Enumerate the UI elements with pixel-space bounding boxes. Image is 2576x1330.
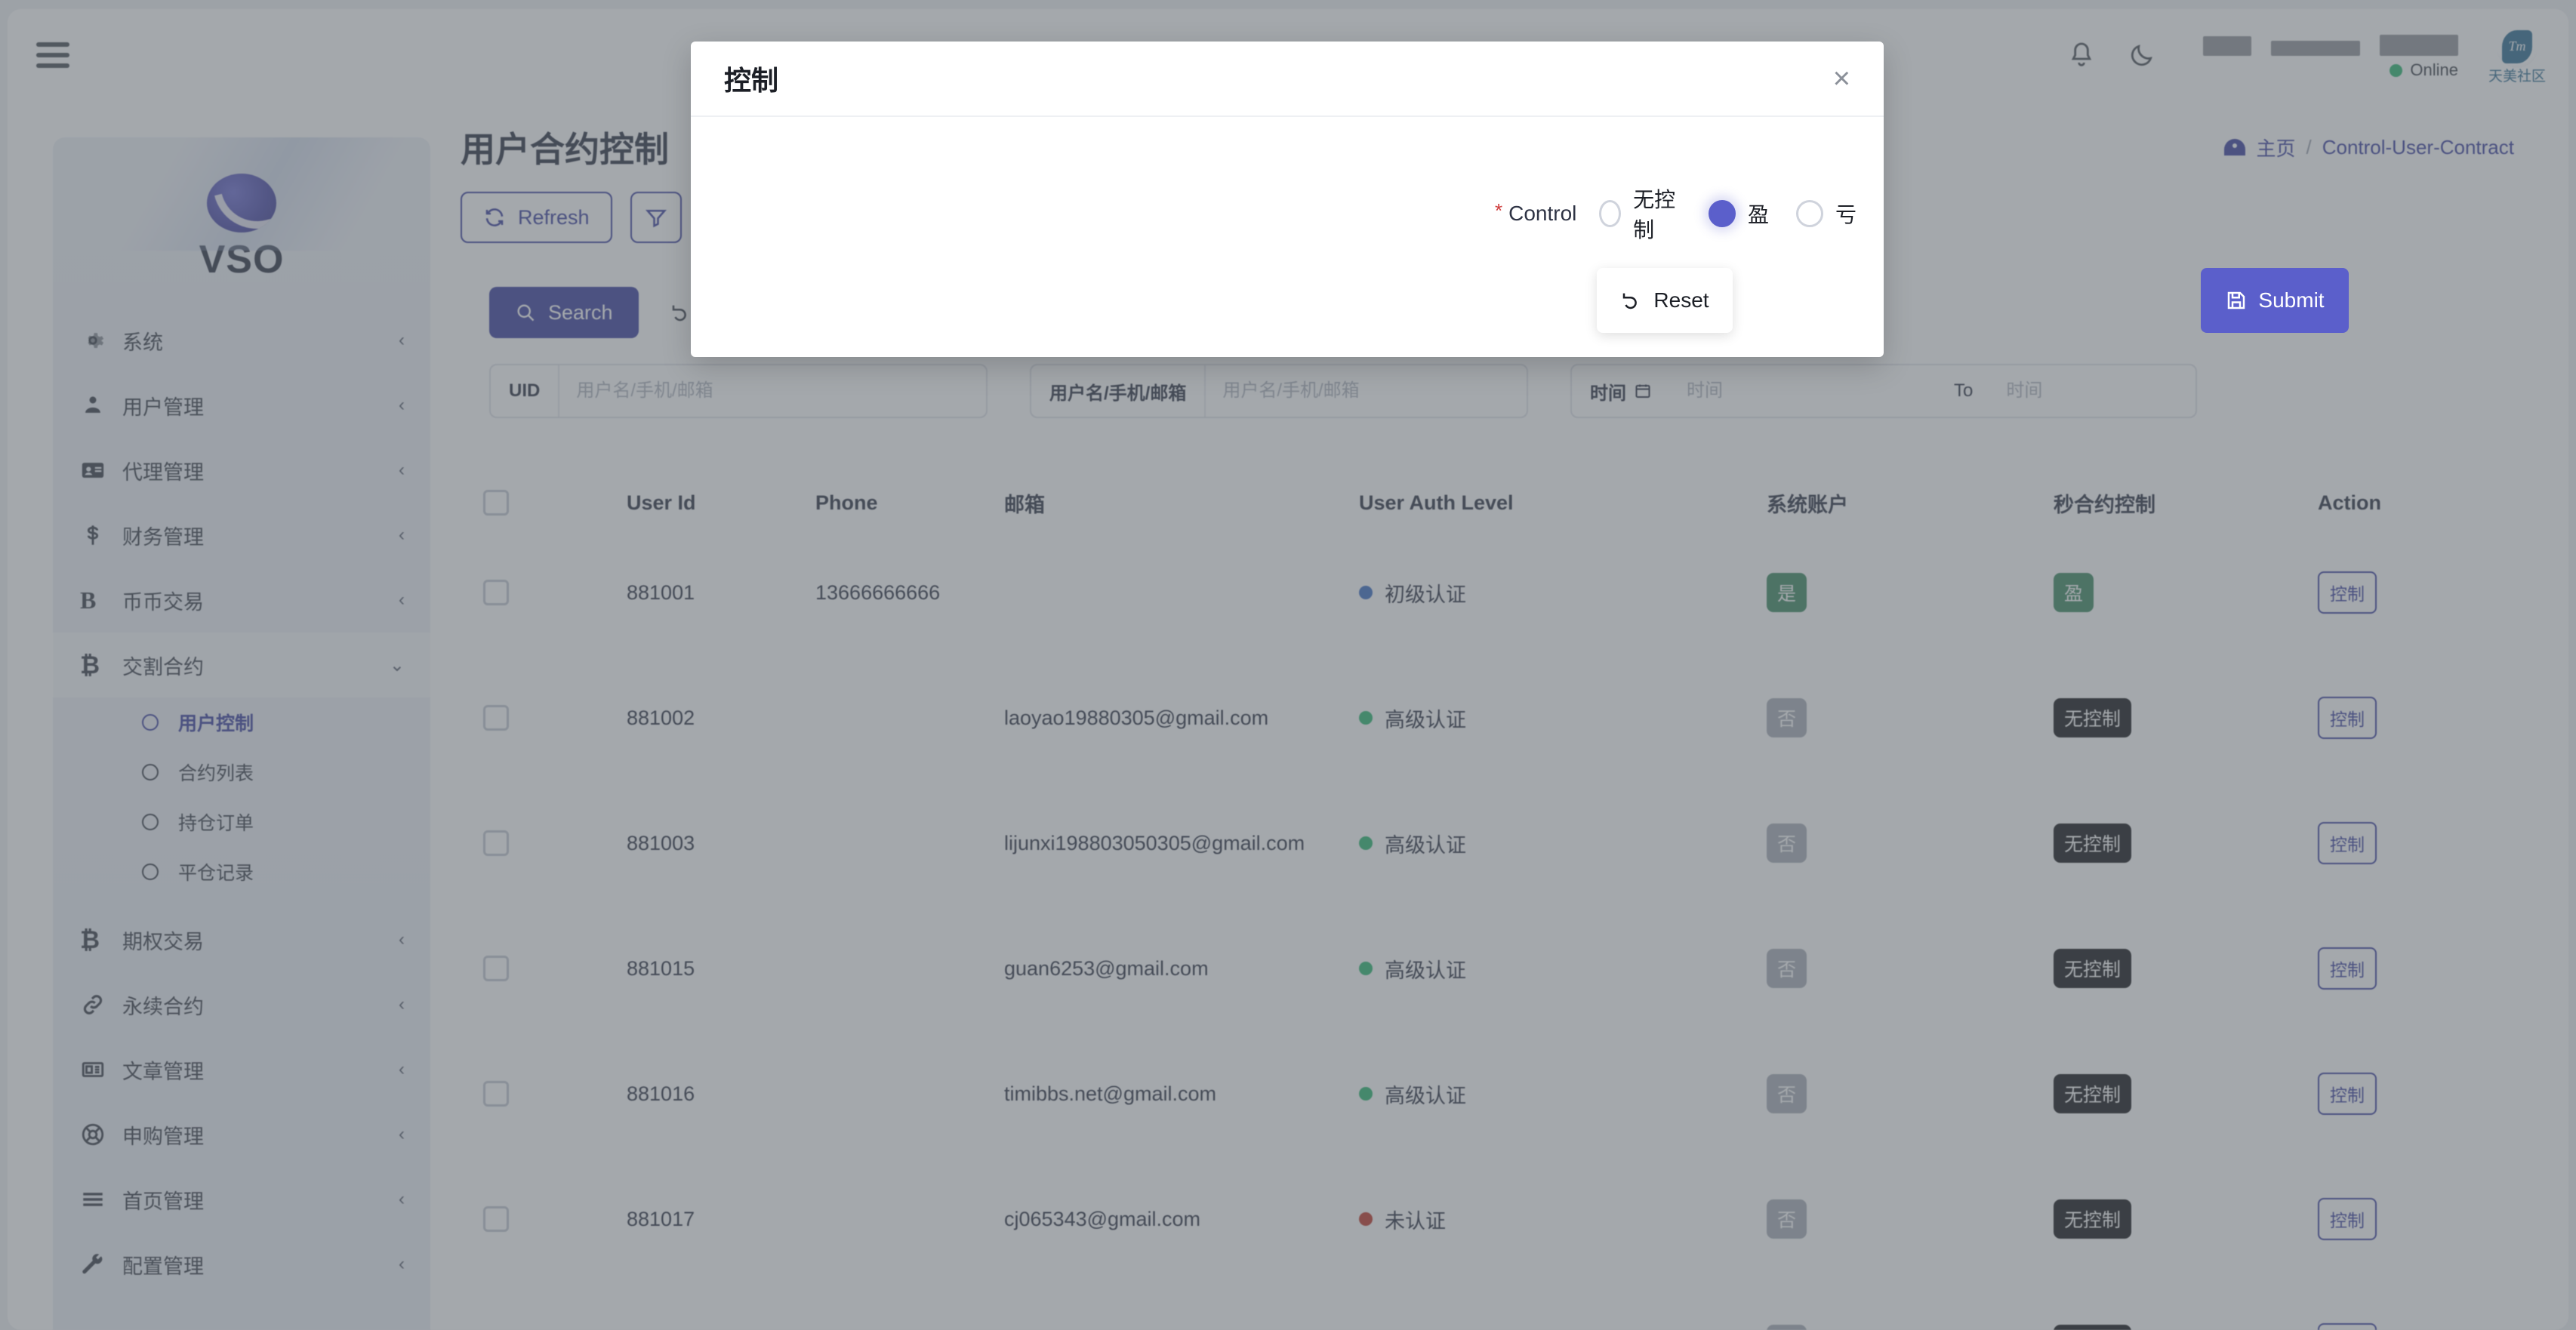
radio-label: 盈 <box>1748 199 1769 229</box>
app-root: Online Tm 天美社区 VSO <box>0 0 2576 1330</box>
modal-title: 控制 <box>724 59 778 98</box>
save-icon <box>2225 289 2248 312</box>
radio-loss[interactable]: 亏 <box>1796 199 1857 229</box>
radio-circle-selected-icon <box>1709 200 1736 227</box>
control-radio-group: 无控制 盈 亏 <box>1599 183 1884 244</box>
control-modal: 控制 × * Control 无控制 盈 <box>691 42 1884 357</box>
required-mark: * <box>1495 201 1502 220</box>
modal-reset-label: Reset <box>1653 288 1709 312</box>
undo-icon <box>1620 289 1643 312</box>
radio-label: 无控制 <box>1633 183 1681 244</box>
control-field-label: * Control <box>1495 202 1576 226</box>
radio-profit[interactable]: 盈 <box>1709 199 1769 229</box>
modal-body: * Control 无控制 盈 亏 <box>691 117 1884 357</box>
modal-header: 控制 × <box>691 42 1884 117</box>
radio-circle-icon <box>1796 200 1823 227</box>
modal-reset-button[interactable]: Reset <box>1597 268 1733 333</box>
modal-submit-button[interactable]: Submit <box>2201 268 2349 333</box>
radio-circle-icon <box>1599 200 1621 227</box>
control-label-text: Control <box>1508 202 1576 226</box>
close-icon[interactable]: × <box>1833 63 1850 94</box>
control-field-row: * Control 无控制 盈 亏 <box>691 183 1884 244</box>
radio-label: 亏 <box>1835 199 1857 229</box>
modal-submit-label: Submit <box>2258 288 2324 312</box>
radio-no-control[interactable]: 无控制 <box>1599 183 1681 244</box>
